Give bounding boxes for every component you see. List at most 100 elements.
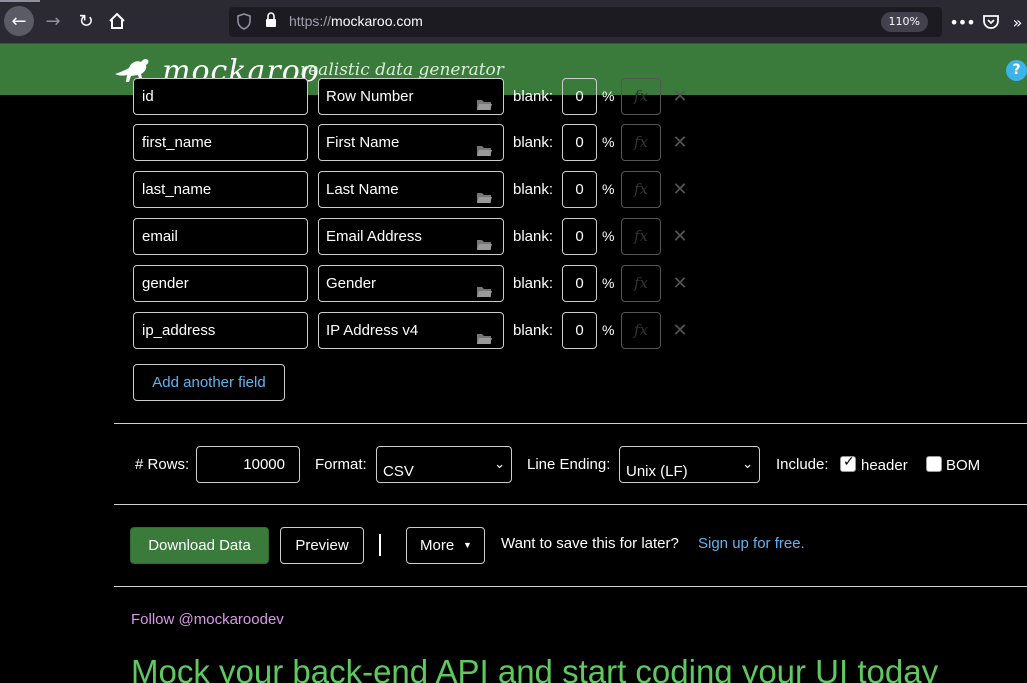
- tracking-shield-icon[interactable]: [237, 13, 251, 30]
- formula-button[interactable]: fx: [621, 218, 661, 255]
- url-text: https://mockaroo.com: [289, 13, 423, 29]
- delete-field-icon[interactable]: ✕: [672, 78, 688, 115]
- field-type-label: IP Address v4: [326, 322, 419, 339]
- delete-field-icon[interactable]: ✕: [672, 265, 688, 302]
- field-name-input[interactable]: gender: [133, 265, 308, 302]
- percent-label: %: [602, 88, 615, 104]
- back-arrow-icon[interactable]: ←: [4, 6, 34, 36]
- include-label: Include:: [776, 456, 829, 473]
- blank-percent-input[interactable]: 0: [562, 171, 597, 208]
- checkmark-icon: ✓: [843, 454, 855, 470]
- page-actions-icon[interactable]: •••: [949, 8, 975, 36]
- format-select[interactable]: CSV ⌄: [376, 446, 512, 483]
- pocket-icon[interactable]: [980, 8, 1002, 36]
- folder-icon: [476, 135, 493, 156]
- button-divider: [379, 534, 381, 556]
- formula-button[interactable]: fx: [621, 265, 661, 302]
- formula-button[interactable]: fx: [621, 171, 661, 208]
- bom-checkbox-label[interactable]: BOM: [946, 448, 980, 484]
- percent-label: %: [602, 181, 615, 197]
- format-select-value: CSV: [383, 463, 414, 480]
- delete-field-icon[interactable]: ✕: [672, 312, 688, 349]
- rows-label: # Rows:: [135, 456, 190, 473]
- blank-percent-input[interactable]: 0: [562, 124, 597, 161]
- percent-label: %: [602, 275, 615, 291]
- address-bar[interactable]: https://mockaroo.com 110%: [229, 7, 942, 37]
- blank-label: blank:: [513, 134, 554, 151]
- percent-label: %: [602, 134, 615, 150]
- field-type-label: Gender: [326, 275, 377, 292]
- delete-field-icon[interactable]: ✕: [672, 171, 688, 208]
- line-ending-label: Line Ending:: [527, 456, 611, 473]
- folder-icon: [476, 229, 493, 250]
- blank-label: blank:: [513, 275, 554, 292]
- promo-heading: Mock your back-end API and start coding …: [131, 653, 939, 683]
- zoom-badge[interactable]: 110%: [880, 12, 928, 32]
- header-checkbox-label[interactable]: header: [861, 448, 908, 484]
- field-type-selector[interactable]: IP Address v4: [318, 312, 504, 349]
- folder-icon: [476, 89, 493, 110]
- field-type-selector[interactable]: Email Address: [318, 218, 504, 255]
- section-divider: [114, 423, 1027, 424]
- field-type-selector[interactable]: First Name: [318, 124, 504, 161]
- url-host: mockaroo.com: [331, 13, 423, 29]
- folder-icon: [476, 182, 493, 203]
- field-name-input[interactable]: first_name: [133, 124, 308, 161]
- field-type-selector[interactable]: Last Name: [318, 171, 504, 208]
- help-icon[interactable]: ?: [1006, 60, 1027, 81]
- overflow-menu-icon[interactable]: »: [1008, 8, 1027, 36]
- formula-button[interactable]: fx: [621, 312, 661, 349]
- percent-label: %: [602, 322, 615, 338]
- follow-twitter-link[interactable]: Follow @mockaroodev: [131, 611, 284, 628]
- line-ending-select-value: Unix (LF): [626, 463, 688, 480]
- rows-input[interactable]: 10000: [196, 446, 300, 483]
- field-name-input[interactable]: email: [133, 218, 308, 255]
- caret-down-icon: ▼: [463, 540, 472, 550]
- blank-percent-input[interactable]: 0: [562, 312, 597, 349]
- blank-percent-input[interactable]: 0: [562, 265, 597, 302]
- folder-icon: [476, 276, 493, 297]
- home-icon[interactable]: [102, 6, 132, 36]
- format-label: Format:: [315, 456, 367, 473]
- field-type-selector[interactable]: Gender: [318, 265, 504, 302]
- blank-percent-input[interactable]: 0: [562, 218, 597, 255]
- field-name-input[interactable]: id: [133, 78, 308, 115]
- line-ending-select[interactable]: Unix (LF) ⌄: [619, 446, 760, 483]
- field-type-label: Last Name: [326, 181, 399, 198]
- download-data-button[interactable]: Download Data: [130, 527, 269, 564]
- chevron-down-icon: ⌄: [742, 456, 753, 471]
- blank-label: blank:: [513, 88, 554, 105]
- header-checkbox[interactable]: ✓: [840, 454, 856, 472]
- reload-icon[interactable]: ↻: [71, 6, 101, 36]
- blank-percent-input[interactable]: 0: [562, 78, 597, 115]
- folder-icon: [476, 323, 493, 344]
- delete-field-icon[interactable]: ✕: [672, 218, 688, 255]
- more-dropdown-button[interactable]: More ▼: [406, 527, 485, 564]
- url-scheme: https://: [289, 13, 332, 29]
- blank-label: blank:: [513, 181, 554, 198]
- field-name-input[interactable]: ip_address: [133, 312, 308, 349]
- add-another-field-button[interactable]: Add another field: [133, 364, 285, 401]
- bom-checkbox[interactable]: [926, 456, 942, 472]
- blank-label: blank:: [513, 322, 554, 339]
- delete-field-icon[interactable]: ✕: [672, 124, 688, 161]
- section-divider: [114, 586, 1027, 587]
- field-type-selector[interactable]: Row Number: [318, 78, 504, 115]
- preview-button[interactable]: Preview: [280, 527, 364, 564]
- section-divider: [114, 504, 1027, 505]
- formula-button[interactable]: fx: [621, 124, 661, 161]
- field-name-input[interactable]: last_name: [133, 171, 308, 208]
- tab-indicator: [0, 0, 40, 2]
- browser-toolbar: ← → ↻ https://mockaroo.com 110% ••• »: [0, 0, 1027, 43]
- forward-arrow-icon[interactable]: →: [38, 6, 68, 36]
- save-prompt-text: Want to save this for later?: [501, 535, 679, 552]
- lock-icon[interactable]: [265, 12, 279, 30]
- logo-tagline: realistic data generator: [300, 60, 504, 80]
- field-type-label: Email Address: [326, 228, 422, 245]
- left-gutter: [0, 95, 113, 683]
- formula-button[interactable]: fx: [621, 78, 661, 115]
- more-button-label: More: [420, 537, 455, 554]
- signup-link[interactable]: Sign up for free.: [698, 535, 805, 552]
- percent-label: %: [602, 228, 615, 244]
- field-type-label: Row Number: [326, 88, 414, 105]
